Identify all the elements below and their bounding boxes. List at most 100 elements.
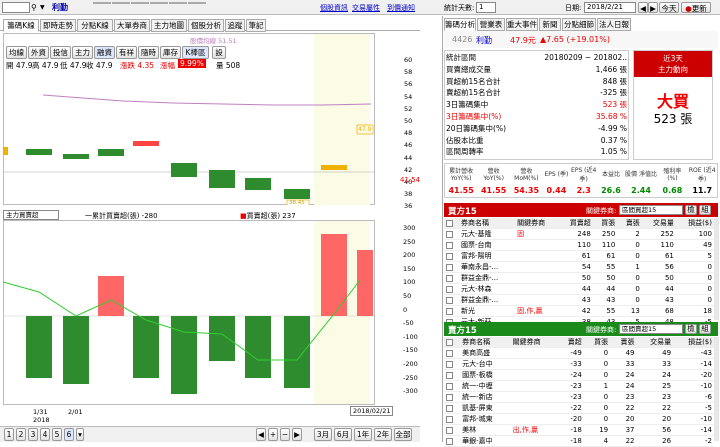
scroll-left-button[interactable]: ◀: [256, 428, 266, 441]
range-3m[interactable]: 3月: [314, 428, 332, 441]
tab-track[interactable]: 追蹤: [225, 19, 245, 32]
checkbox[interactable]: [446, 285, 453, 293]
checkbox[interactable]: [446, 415, 453, 423]
table-row[interactable]: 國票-台南 110 110 0 110 49: [444, 239, 714, 251]
main-force-header: 近3天 主力動向: [634, 51, 712, 77]
dropdown-icon[interactable]: ▼: [40, 2, 48, 13]
price-tick: 52: [404, 104, 413, 113]
table-row[interactable]: 富邦-城東 -20 0 20 20 -10: [444, 413, 714, 425]
checkbox[interactable]: [446, 360, 453, 368]
tab-branch-kline[interactable]: 分點K線: [77, 19, 113, 32]
scroll-right-button[interactable]: ▶: [292, 428, 302, 441]
toolbar-button-report[interactable]: [112, 2, 130, 4]
buy-reset-button[interactable]: 組: [699, 205, 711, 215]
table-row[interactable]: 富邦-陽明 61 61 0 61 5: [444, 250, 714, 262]
range-all[interactable]: 全部: [394, 428, 412, 441]
bar-9: [321, 234, 347, 316]
table-row[interactable]: 華南永昌-... 54 55 1 56 0: [444, 261, 714, 273]
zoom-out-icon[interactable]: −: [280, 428, 290, 441]
page-button-4[interactable]: 4: [40, 428, 50, 441]
page-button-5[interactable]: 5: [52, 428, 62, 441]
tab-notes[interactable]: 筆記: [246, 19, 266, 32]
link-trade-attr[interactable]: 交易屬性: [352, 3, 380, 13]
toolbar-button-opinion[interactable]: [93, 2, 111, 4]
table-row[interactable]: 華銀-嘉中 -18 4 22 26 -2: [444, 435, 714, 447]
table-row[interactable]: 統一-新店 -23 0 23 23 -6: [444, 391, 714, 403]
checkbox[interactable]: [446, 252, 453, 260]
checkbox[interactable]: [446, 296, 453, 304]
tab-institutional[interactable]: 法人日報: [597, 18, 631, 31]
checkbox[interactable]: [446, 274, 453, 282]
date-input[interactable]: 2018/2/21: [584, 2, 636, 13]
today-button[interactable]: 今天: [659, 2, 679, 13]
indicator-tick: 50: [403, 291, 412, 300]
table-row[interactable]: 統一-中壢 -23 1 24 25 -10: [444, 380, 714, 392]
date-next-button[interactable]: ▶: [648, 2, 658, 13]
tab-chip-kline[interactable]: 籌碼K線: [3, 19, 39, 32]
checkbox[interactable]: [446, 404, 453, 412]
tab-major-events[interactable]: 重大事件: [506, 18, 538, 31]
table-row[interactable]: 元大-台中 -33 0 33 33 -14: [444, 358, 714, 370]
table-row[interactable]: 國票-板橋 -24 0 24 24 -20: [444, 369, 714, 381]
page-button-6[interactable]: 6: [64, 428, 74, 441]
tab-stock-analysis[interactable]: 個股分析: [188, 19, 224, 32]
sell-table-scrollbar[interactable]: [714, 337, 719, 441]
table-row[interactable]: 美林 出,作,贏 -18 19 37 56 -14: [444, 424, 714, 436]
buy-filter-select[interactable]: 區間買超15: [619, 205, 683, 215]
tab-news[interactable]: 新聞: [539, 18, 561, 31]
tab-mainforce-map[interactable]: 主力地圖: [151, 19, 187, 32]
range-6m[interactable]: 6月: [334, 428, 352, 441]
link-stock-info[interactable]: 個股資訊: [320, 3, 348, 13]
toolbar-button-trend[interactable]: [131, 2, 149, 4]
toolbar-button-mainforce[interactable]: [150, 2, 168, 4]
tab-big-broker[interactable]: 大單券商: [114, 19, 150, 32]
table-row[interactable]: 群益金鼎-... 43 43 0 43 0: [444, 294, 714, 306]
checkbox[interactable]: [446, 263, 453, 271]
tab-chip-analysis[interactable]: 籌碼分析: [444, 18, 476, 31]
cell: -10: [673, 413, 714, 425]
search-icon[interactable]: ⚲: [31, 2, 40, 13]
date-prev-button[interactable]: ◀: [638, 2, 648, 13]
checkbox[interactable]: [446, 338, 453, 346]
page-dropdown-icon[interactable]: ▾: [76, 428, 84, 441]
link-price-alert[interactable]: 到價通知: [387, 3, 415, 13]
checkbox[interactable]: [446, 241, 453, 249]
table-row[interactable]: 新光 固,作,贏 42 55 13 68 18: [444, 305, 714, 317]
refresh-button[interactable]: ●更新: [681, 2, 711, 13]
tab-revenue[interactable]: 營業表: [477, 18, 505, 31]
range-2y[interactable]: 2年: [374, 428, 392, 441]
stat-days-select[interactable]: 1: [476, 2, 496, 13]
indicator-select[interactable]: 主力買賣超: [3, 210, 59, 220]
page-button-1[interactable]: 1: [4, 428, 14, 441]
buy-option-button[interactable]: 檢: [685, 205, 697, 215]
sell-reset-button[interactable]: 組: [699, 324, 711, 334]
table-row[interactable]: 美商高盛 -49 0 49 49 -43: [444, 347, 714, 359]
tab-realtime[interactable]: 即時走勢: [40, 19, 76, 32]
checkbox[interactable]: [446, 349, 453, 357]
toolbar-button-rumor[interactable]: [188, 2, 206, 4]
toolbar-button-chat[interactable]: [169, 2, 187, 4]
table-row[interactable]: 元大-林森 44 44 0 44 0: [444, 283, 714, 295]
checkbox[interactable]: [446, 307, 453, 315]
stock-code-input[interactable]: [2, 2, 30, 13]
checkbox[interactable]: [446, 371, 453, 379]
checkbox[interactable]: [446, 437, 453, 445]
table-row[interactable]: 凱基-屏東 -22 0 22 22 -5: [444, 402, 714, 414]
checkbox[interactable]: [446, 393, 453, 401]
checkbox[interactable]: [446, 219, 453, 227]
cell: 0: [675, 261, 714, 273]
checkbox[interactable]: [446, 426, 453, 434]
sell-filter-select[interactable]: 區間賣超15: [619, 324, 683, 334]
checkbox[interactable]: [446, 230, 453, 238]
page-button-3[interactable]: 3: [28, 428, 38, 441]
zoom-in-icon[interactable]: +: [268, 428, 278, 441]
page-button-2[interactable]: 2: [16, 428, 26, 441]
tab-branch-detail[interactable]: 分點細節: [562, 18, 596, 31]
table-row[interactable]: 元大-基隆固 248 250 2 252 100: [444, 228, 714, 240]
range-1y[interactable]: 1年: [354, 428, 372, 441]
sell-option-button[interactable]: 檢: [685, 324, 697, 334]
table-row[interactable]: 群益金鼎-... 50 50 0 50 0: [444, 272, 714, 284]
checkbox[interactable]: [446, 382, 453, 390]
buy-table-scrollbar[interactable]: [714, 218, 719, 320]
x-label-1: 1/31: [33, 408, 48, 416]
